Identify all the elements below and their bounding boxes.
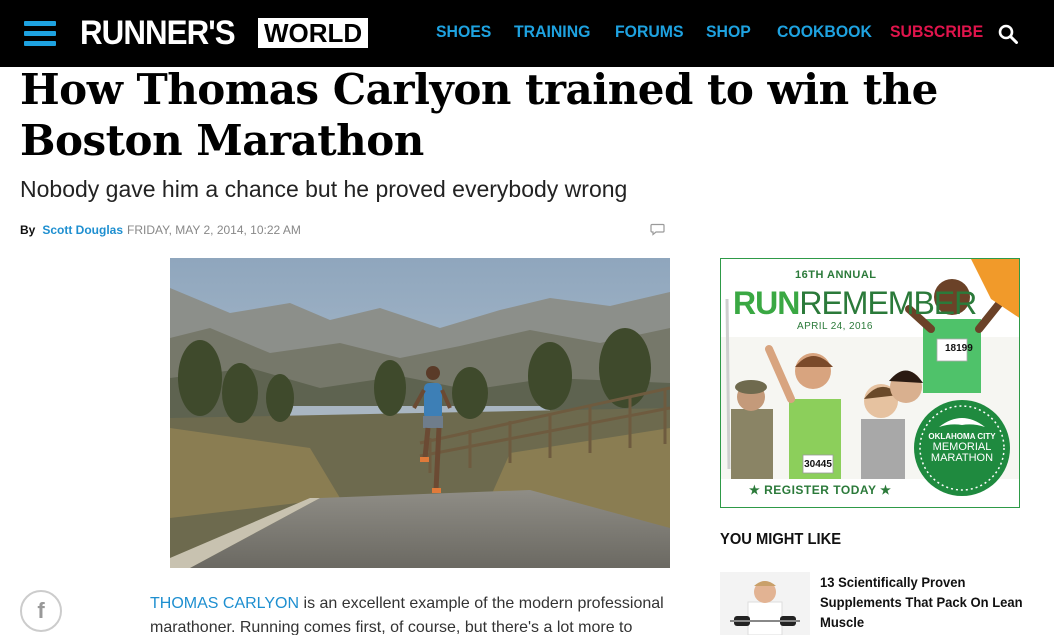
nav-cookbook[interactable]: COOKBOOK <box>777 22 872 42</box>
article-body-paragraph: THOMAS CARLYON is an excellent example o… <box>150 592 680 635</box>
hamburger-menu-icon[interactable] <box>24 21 56 46</box>
ad-marathon-badge: OKLAHOMA CITY MEMORIAL MARATHON <box>914 431 1010 464</box>
you-might-like-heading: YOU MIGHT LIKE <box>720 531 842 548</box>
facebook-icon: f <box>37 598 45 623</box>
facebook-share-button[interactable]: f <box>20 590 62 632</box>
ad-bib-number: 30445 <box>804 459 832 470</box>
site-logo[interactable]: RUNNER'S WORLD <box>80 14 369 52</box>
ad-title-remember: REMEMBER <box>799 285 977 321</box>
ad-title: RUNREMEMBER <box>733 285 977 321</box>
article-headline: How Thomas Carlyon trained to win the Bo… <box>20 65 938 165</box>
byline-label: By <box>20 223 36 237</box>
hero-photo-runner <box>170 258 670 568</box>
nav-training[interactable]: TRAINING <box>514 22 590 42</box>
nav-shoes[interactable]: SHOES <box>436 22 491 42</box>
ad-event-date: APRIL 24, 2016 <box>797 321 873 332</box>
comment-bubble-icon[interactable] <box>650 223 665 236</box>
thomas-carlyon-link[interactable]: THOMAS CARLYON <box>150 595 299 612</box>
run-to-remember-ad[interactable]: 16TH ANNUAL RUNREMEMBER APRIL 24, 2016 1… <box>720 258 1020 508</box>
byline: By Scott Douglas FRIDAY, MAY 2, 2014, 10… <box>20 223 301 237</box>
logo-world-box: WORLD <box>258 18 369 48</box>
nav-shop[interactable]: SHOP <box>706 22 751 42</box>
search-icon[interactable] <box>998 24 1018 44</box>
ad-register-button[interactable]: ★ REGISTER TODAY ★ <box>721 483 1019 497</box>
nav-forums[interactable]: FORUMS <box>615 22 684 42</box>
top-navigation-bar: RUNNER'S WORLD SHOES TRAINING FORUMS SHO… <box>0 0 1054 67</box>
ad-bib-number: 18199 <box>945 343 973 354</box>
ad-annual-label: 16TH ANNUAL <box>795 269 877 281</box>
logo-runners-text: RUNNER'S <box>80 14 236 52</box>
article-subheadline: Nobody gave him a chance but he proved e… <box>20 176 628 202</box>
recommendation-title[interactable]: 13 Scientifically Proven Supplements Tha… <box>820 572 1025 632</box>
nav-subscribe[interactable]: SUBSCRIBE <box>890 22 983 42</box>
ad-title-run: RUN <box>733 285 800 321</box>
author-link[interactable]: Scott Douglas <box>42 223 123 237</box>
recommendation-thumbnail[interactable] <box>720 572 810 635</box>
badge-line-3: MARATHON <box>930 452 994 464</box>
publish-date: FRIDAY, MAY 2, 2014, 10:22 AM <box>127 223 301 237</box>
